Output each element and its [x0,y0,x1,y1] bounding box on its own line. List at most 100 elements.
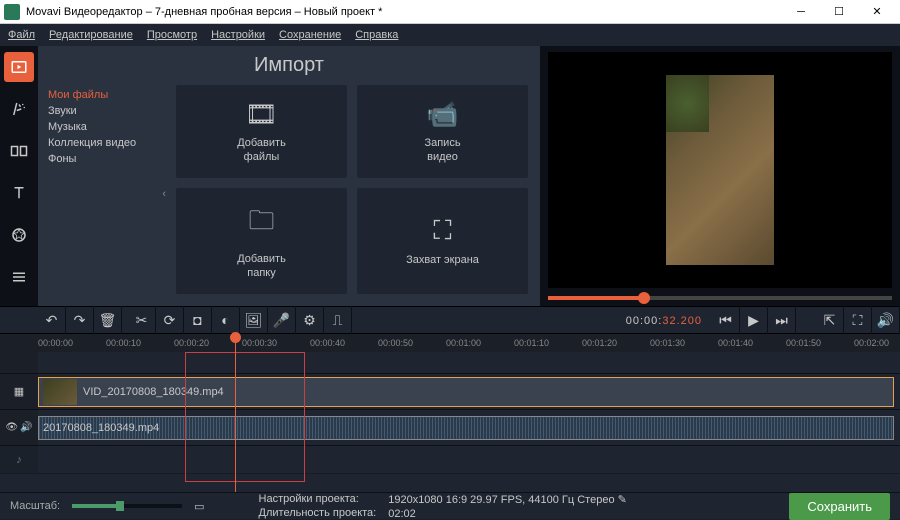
record-video-button[interactable]: 📹 Запись видео [357,85,528,178]
titles-track[interactable] [0,352,900,374]
menu-save[interactable]: Сохранение [279,29,341,41]
timeline: 00:00:0000:00:1000:00:2000:00:3000:00:40… [0,334,900,492]
main-area: Импорт Мои файлы Звуки Музыка Коллекция … [0,46,900,306]
add-files-button[interactable]: 🎞 Добавить файлы [176,85,347,178]
audio-track-head: 👁 🔊 [0,410,38,445]
preview-canvas[interactable] [548,52,892,288]
menubar: Файл Редактирование Просмотр Настройки С… [0,24,900,46]
add-folder-label: Добавить папку [237,252,286,281]
waveform [39,417,893,439]
crop-button[interactable]: ◘ [184,306,212,334]
cut-button[interactable]: ✂ [128,306,156,334]
menu-help[interactable]: Справка [355,29,398,41]
tracks: ▦ VID_20170808_180349.mp4 👁 🔊 20170808_1… [0,352,900,474]
screen-capture-button[interactable]: ⛶ Захват экрана [357,188,528,294]
left-tab-rail [0,46,38,306]
redo-button[interactable]: ↷ [66,306,94,334]
video-track-head: ▦ [0,374,38,409]
mic-button[interactable]: 🎤 [268,306,296,334]
collapse-categories-icon[interactable]: ‹ [162,188,166,200]
add-files-label: Добавить файлы [237,136,286,165]
film-icon: ▦ [14,385,24,398]
edit-project-icon[interactable]: ✎ [618,494,627,506]
undo-button[interactable]: ↶ [38,306,66,334]
equalizer-button[interactable]: ⎍ [324,306,352,334]
prev-frame-button[interactable]: ⏮ [712,306,740,334]
ruler-tick: 00:01:50 [786,338,821,348]
menu-settings[interactable]: Настройки [211,29,265,41]
import-buttons: 🎞 Добавить файлы 📹 Запись видео 🗀 Добави… [164,81,540,306]
preview-frame [666,75,774,265]
music-track-head: ♪ [0,446,38,473]
add-folder-button[interactable]: 🗀 Добавить папку [176,188,347,294]
cat-sounds[interactable]: Звуки [48,103,154,119]
save-button[interactable]: Сохранить [789,493,890,520]
play-button[interactable]: ▶ [740,306,768,334]
timeline-ruler[interactable]: 00:00:0000:00:1000:00:2000:00:3000:00:40… [0,334,900,352]
music-note-icon: ♪ [16,454,22,466]
ruler-tick: 00:02:00 [854,338,889,348]
window-title: Movavi Видеоредактор – 7-дневная пробная… [26,6,782,18]
tab-more[interactable] [4,262,34,292]
maximize-button[interactable]: ☐ [820,1,858,23]
titles-track-head [0,352,38,373]
ruler-tick: 00:01:30 [650,338,685,348]
volume-button[interactable]: 🔊 [872,306,900,334]
filmstrip-music-icon: 🎞 [245,99,278,130]
project-values: 1920x1080 16:9 29.97 FPS, 44100 Гц Стере… [388,493,627,520]
picture-button[interactable]: 🖼 [240,306,268,334]
tab-titles[interactable] [4,178,34,208]
preview-scrubber[interactable] [548,296,892,300]
screen-capture-label: Захват экрана [406,253,479,267]
gear-button[interactable]: ⚙ [296,306,324,334]
ruler-tick: 00:00:40 [310,338,345,348]
ruler-tick: 00:00:00 [38,338,73,348]
minimize-button[interactable]: ─ [782,1,820,23]
menu-file[interactable]: Файл [8,29,35,41]
video-clip-name: VID_20170808_180349.mp4 [83,386,224,398]
ruler-tick: 00:01:20 [582,338,617,348]
cat-myfiles[interactable]: Мои файлы [48,87,154,103]
timecode-display: 00:00:32.200 [616,311,712,329]
menu-view[interactable]: Просмотр [147,29,197,41]
rotate-button[interactable]: ⟳ [156,306,184,334]
fit-to-window-icon[interactable]: ▭ [194,500,204,513]
zoom-label: Масштаб: [10,500,60,512]
scrubber-progress [548,296,644,300]
ruler-tick: 00:00:50 [378,338,413,348]
audio-clip[interactable]: 20170808_180349.mp4 [38,416,894,440]
cat-music[interactable]: Музыка [48,119,154,135]
next-frame-button[interactable]: ⏭ [768,306,796,334]
delete-button[interactable]: 🗑 [94,306,122,334]
project-info: Настройки проекта: Длительность проекта: [259,493,377,519]
ruler-tick: 00:00:30 [242,338,277,348]
tab-stickers[interactable] [4,220,34,250]
cat-videocollection[interactable]: Коллекция видео [48,135,154,151]
ruler-tick: 00:01:40 [718,338,753,348]
fullscreen-button[interactable]: ⛶ [844,306,872,334]
zoom-knob[interactable] [116,501,124,511]
video-track[interactable]: ▦ VID_20170808_180349.mp4 [0,374,900,410]
audio-track[interactable]: 👁 🔊 20170808_180349.mp4 [0,410,900,446]
video-clip[interactable]: VID_20170808_180349.mp4 [38,377,894,407]
menu-edit[interactable]: Редактирование [49,29,133,41]
color-button[interactable]: ◐ [212,306,240,334]
music-track[interactable]: ♪ [0,446,900,474]
speaker-icon[interactable]: 🔊 [20,422,32,433]
playhead[interactable] [235,334,236,492]
expand-button[interactable]: ⇱ [816,306,844,334]
titlebar: Movavi Видеоредактор – 7-дневная пробная… [0,0,900,24]
scrubber-knob[interactable] [638,292,650,304]
ruler-tick: 00:00:10 [106,338,141,348]
timeline-toolbar: ↶ ↷ 🗑 ✂ ⟳ ◘ ◐ 🖼 🎤 ⚙ ⎍ 00:00:32.200 ⏮ ▶ ⏭… [0,306,900,334]
zoom-slider[interactable] [72,504,182,508]
screen-capture-icon: ⛶ [433,215,451,247]
statusbar: Масштаб: ▭ Настройки проекта: Длительнос… [0,492,900,519]
tab-filters[interactable] [4,94,34,124]
eye-icon[interactable]: 👁 [5,422,18,433]
cat-backgrounds[interactable]: Фоны [48,151,154,167]
tab-import[interactable] [4,52,34,82]
audio-clip-name: 20170808_180349.mp4 [43,422,159,434]
tab-transitions[interactable] [4,136,34,166]
close-button[interactable]: ✕ [858,1,896,23]
